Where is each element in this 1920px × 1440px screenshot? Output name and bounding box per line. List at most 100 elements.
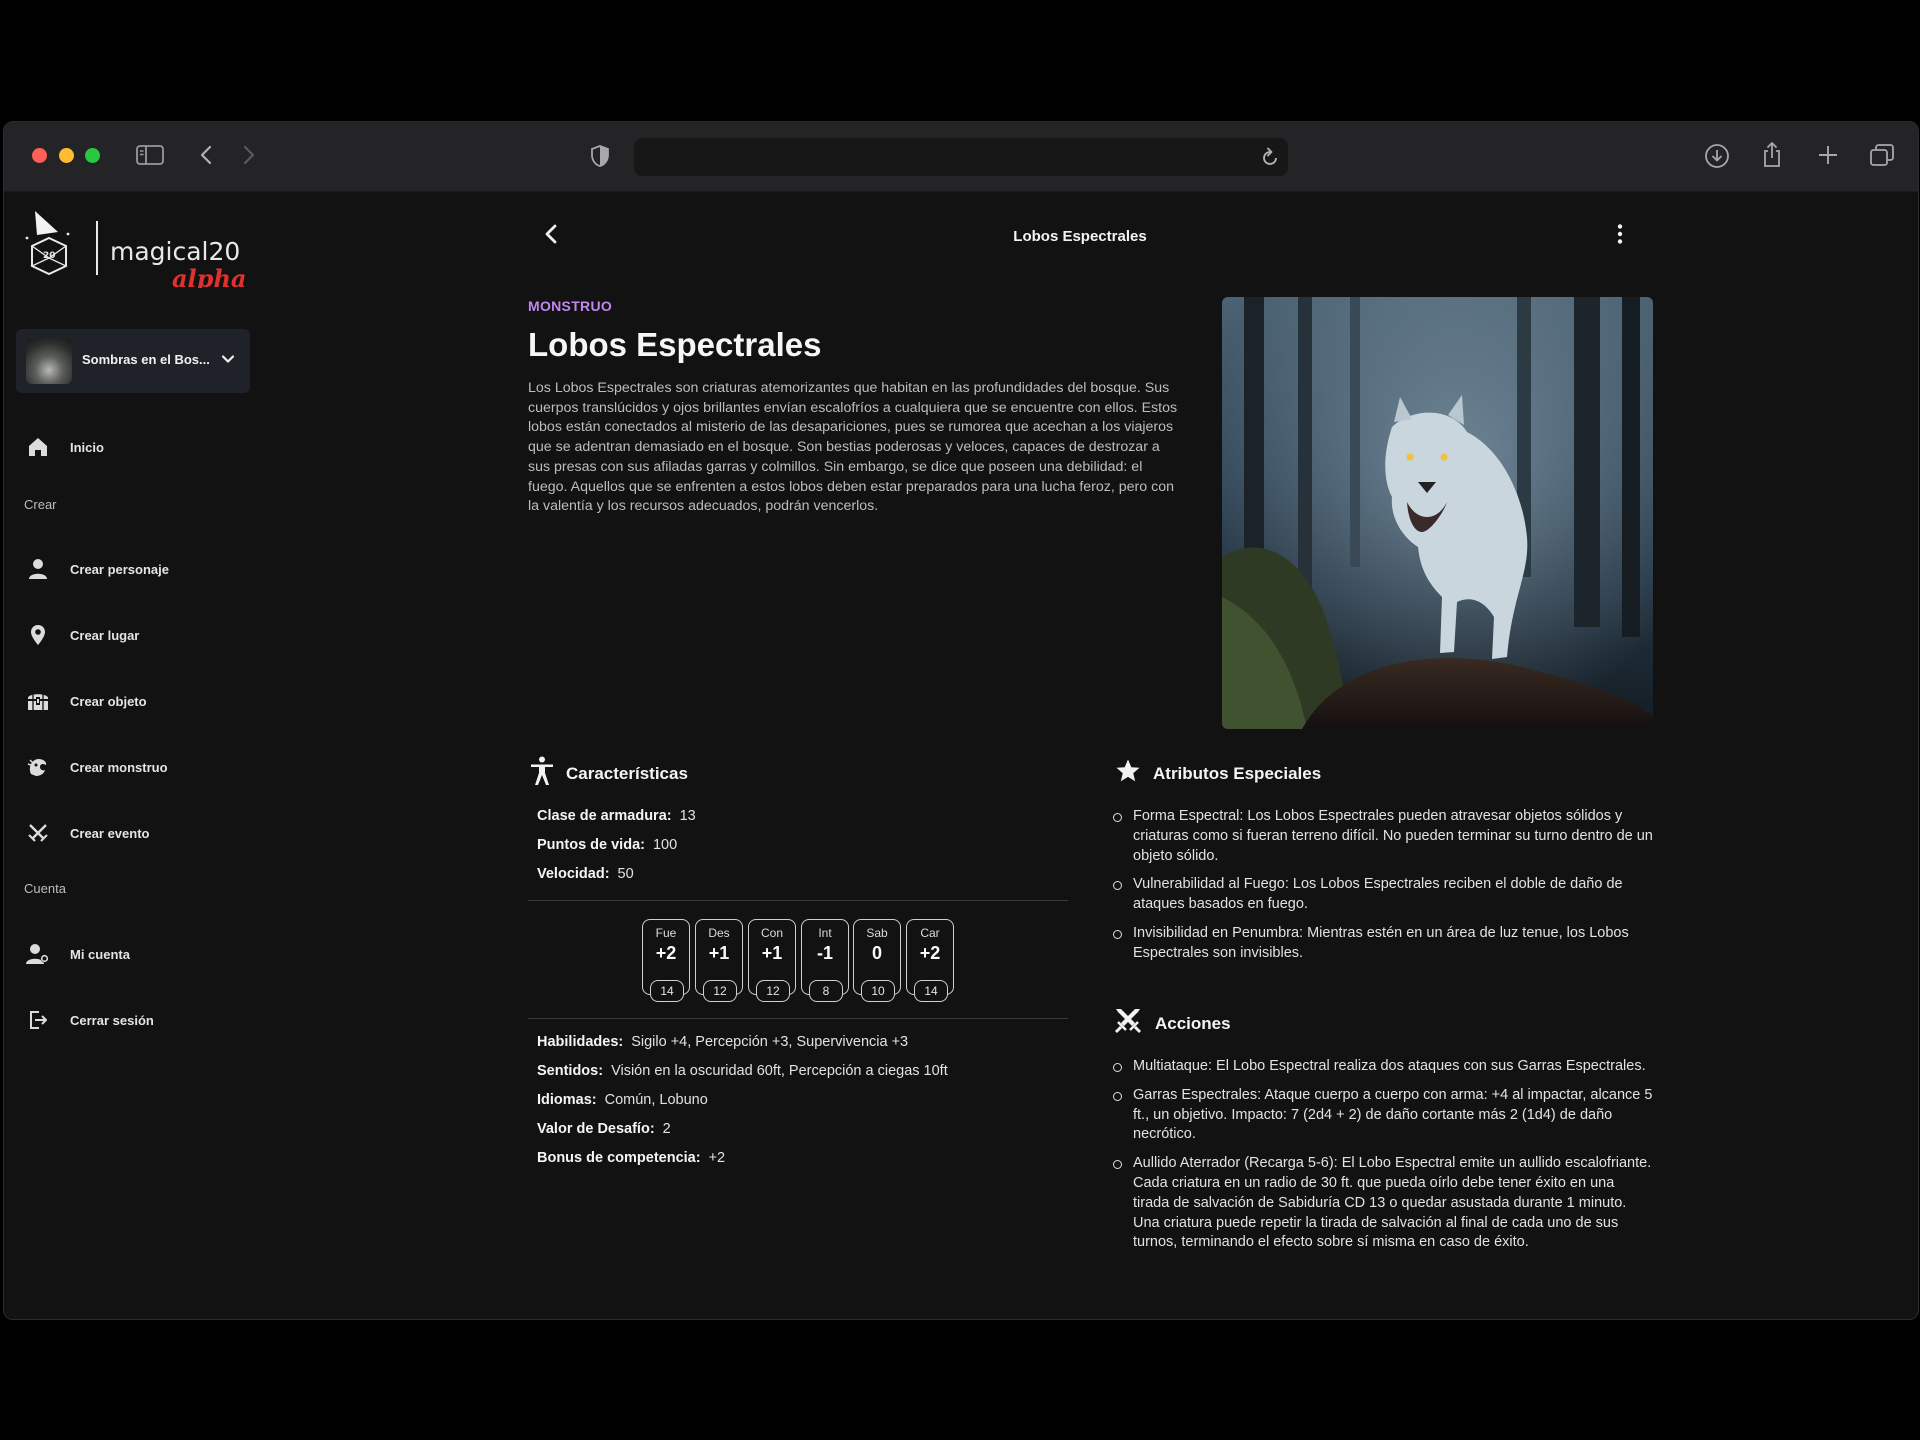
sidebar-item-label: Crear monstruo bbox=[70, 759, 168, 775]
close-window-button[interactable] bbox=[32, 148, 47, 163]
maximize-window-button[interactable] bbox=[85, 148, 100, 163]
browser-toolbar bbox=[4, 122, 1918, 192]
sidebar-item-label: Crear lugar bbox=[70, 627, 140, 643]
armor-class-label: Clase de armadura: bbox=[537, 808, 672, 824]
chevron-left-icon bbox=[545, 224, 557, 244]
section-label-account: Cuenta bbox=[24, 881, 66, 896]
campaign-selector[interactable]: Sombras en el Bos... bbox=[16, 329, 250, 393]
skills-label: Habilidades: bbox=[537, 1034, 624, 1050]
sidebar-item-logout[interactable]: Cerrar sesión bbox=[26, 1005, 154, 1035]
challenge-value: 2 bbox=[662, 1121, 671, 1137]
sidebar-item-create-monster[interactable]: Crear monstruo bbox=[26, 752, 168, 782]
sidebar-toggle-icon[interactable] bbox=[136, 144, 164, 166]
skills-row: Habilidades: Sigilo +4, Percepción +3, Su… bbox=[537, 1034, 908, 1050]
sidebar-item-label: Crear personaje bbox=[70, 561, 169, 577]
proficiency-value: +2 bbox=[708, 1150, 726, 1166]
senses-value: Visión en la oscuridad 60ft, Percepción … bbox=[611, 1063, 948, 1079]
sidebar-item-label: Crear objeto bbox=[70, 693, 147, 709]
share-icon[interactable] bbox=[1761, 141, 1783, 169]
sidebar-item-create-place[interactable]: Crear lugar bbox=[26, 620, 139, 650]
sidebar-item-my-account[interactable]: Mi cuenta bbox=[26, 939, 130, 969]
svg-text:20: 20 bbox=[43, 251, 56, 261]
app-sidebar: 20 magical20 alpha Sombras en el Bos... … bbox=[4, 192, 266, 1319]
accessibility-figure-icon bbox=[530, 756, 554, 791]
languages-value: Común, Lobuno bbox=[604, 1092, 708, 1108]
more-options-button[interactable] bbox=[1608, 222, 1632, 246]
person-icon bbox=[26, 557, 50, 581]
ability-score-dex: Des +1 12 bbox=[695, 919, 743, 1002]
characteristics-title: Características bbox=[566, 763, 688, 783]
list-item: Forma Espectral: Los Lobos Espectrales p… bbox=[1113, 807, 1653, 866]
campaign-thumbnail bbox=[26, 338, 72, 384]
skills-value: Sigilo +4, Percepción +3, Supervivencia … bbox=[631, 1034, 909, 1050]
list-item: Vulnerabilidad al Fuego: Los Lobos Espec… bbox=[1113, 875, 1653, 915]
special-attributes-list: Forma Espectral: Los Lobos Espectrales p… bbox=[1113, 807, 1653, 973]
minimize-window-button[interactable] bbox=[59, 148, 74, 163]
forward-nav-icon[interactable] bbox=[242, 144, 256, 166]
app-logo[interactable]: 20 magical20 alpha bbox=[22, 208, 252, 293]
sidebar-item-label: Inicio bbox=[70, 439, 104, 455]
sidebar-item-label: Mi cuenta bbox=[70, 946, 130, 962]
privacy-shield-icon[interactable] bbox=[590, 144, 610, 168]
special-attributes-header: Atributos Especiales bbox=[1115, 758, 1321, 789]
logo-text: magical20 bbox=[110, 237, 240, 266]
languages-label: Idiomas: bbox=[537, 1092, 597, 1108]
sidebar-item-label: Crear evento bbox=[70, 825, 150, 841]
reload-icon[interactable] bbox=[1260, 146, 1280, 173]
sidebar-item-create-character[interactable]: Crear personaje bbox=[26, 554, 169, 584]
list-item: Invisibilidad en Penumbra: Mientras esté… bbox=[1113, 924, 1653, 964]
special-attributes-title: Atributos Especiales bbox=[1153, 763, 1322, 783]
treasure-chest-icon bbox=[26, 689, 50, 713]
list-item: Aullido Aterrador (Recarga 5-6): El Lobo… bbox=[1113, 1154, 1653, 1253]
list-item: Multiataque: El Lobo Espectral realiza d… bbox=[1113, 1057, 1653, 1077]
hit-points-label: Puntos de vida: bbox=[537, 837, 645, 853]
divider bbox=[528, 900, 1068, 901]
armor-class-row: Clase de armadura: 13 bbox=[537, 808, 696, 824]
speed-row: Velocidad: 50 bbox=[537, 866, 634, 882]
sidebar-item-create-object[interactable]: Crear objeto bbox=[26, 686, 147, 716]
home-icon bbox=[26, 435, 50, 459]
speed-label: Velocidad: bbox=[537, 866, 610, 882]
ability-score-con: Con +1 12 bbox=[748, 919, 796, 1002]
monster-type-label: MONSTRUO bbox=[528, 298, 613, 314]
sidebar-item-home[interactable]: Inicio bbox=[26, 432, 104, 462]
ability-score-str: Fue +2 14 bbox=[642, 919, 690, 1002]
senses-label: Sentidos: bbox=[537, 1063, 604, 1079]
url-bar[interactable] bbox=[634, 138, 1288, 176]
new-tab-icon[interactable] bbox=[1817, 144, 1839, 166]
chevron-down-icon bbox=[220, 351, 236, 372]
monster-image[interactable] bbox=[1222, 297, 1653, 729]
languages-row: Idiomas: Común, Lobuno bbox=[537, 1092, 708, 1108]
campaign-name: Sombras en el Bos... bbox=[82, 352, 210, 367]
dragon-icon bbox=[26, 755, 50, 779]
actions-list: Multiataque: El Lobo Espectral realiza d… bbox=[1113, 1057, 1653, 1262]
crossed-swords-icon bbox=[26, 821, 50, 845]
armor-class-value: 13 bbox=[679, 808, 696, 824]
user-settings-icon bbox=[26, 942, 50, 966]
hit-points-value: 100 bbox=[652, 837, 678, 853]
more-vertical-icon bbox=[1617, 224, 1623, 244]
monster-description: Los Lobos Espectrales son criaturas atem… bbox=[528, 380, 1178, 515]
sidebar-item-create-event[interactable]: Crear evento bbox=[26, 818, 149, 848]
list-item: Garras Espectrales: Ataque cuerpo a cuer… bbox=[1113, 1086, 1653, 1145]
star-icon bbox=[1115, 758, 1141, 789]
back-button[interactable] bbox=[540, 222, 564, 246]
monster-name: Lobos Espectrales bbox=[528, 326, 822, 363]
proficiency-label: Bonus de competencia: bbox=[537, 1150, 701, 1166]
back-nav-icon[interactable] bbox=[199, 144, 213, 166]
actions-header: Acciones bbox=[1113, 1006, 1231, 1041]
tab-overview-icon[interactable] bbox=[1869, 143, 1895, 167]
proficiency-row: Bonus de competencia: +2 bbox=[537, 1150, 725, 1166]
ability-score-cha: Car +2 14 bbox=[906, 919, 954, 1002]
challenge-label: Valor de Desafío: bbox=[537, 1121, 655, 1137]
speed-value: 50 bbox=[617, 866, 634, 882]
characteristics-header: Características bbox=[530, 756, 688, 791]
wizard-hat-icon bbox=[35, 211, 58, 235]
hit-points-row: Puntos de vida: 100 bbox=[537, 837, 677, 853]
ability-score-int: Int -1 8 bbox=[801, 919, 849, 1002]
divider bbox=[528, 1018, 1068, 1019]
page-title: Lobos Espectrales bbox=[1013, 228, 1147, 245]
logo-tag: alpha bbox=[172, 264, 246, 288]
download-icon[interactable] bbox=[1704, 143, 1730, 169]
logout-icon bbox=[26, 1008, 50, 1032]
